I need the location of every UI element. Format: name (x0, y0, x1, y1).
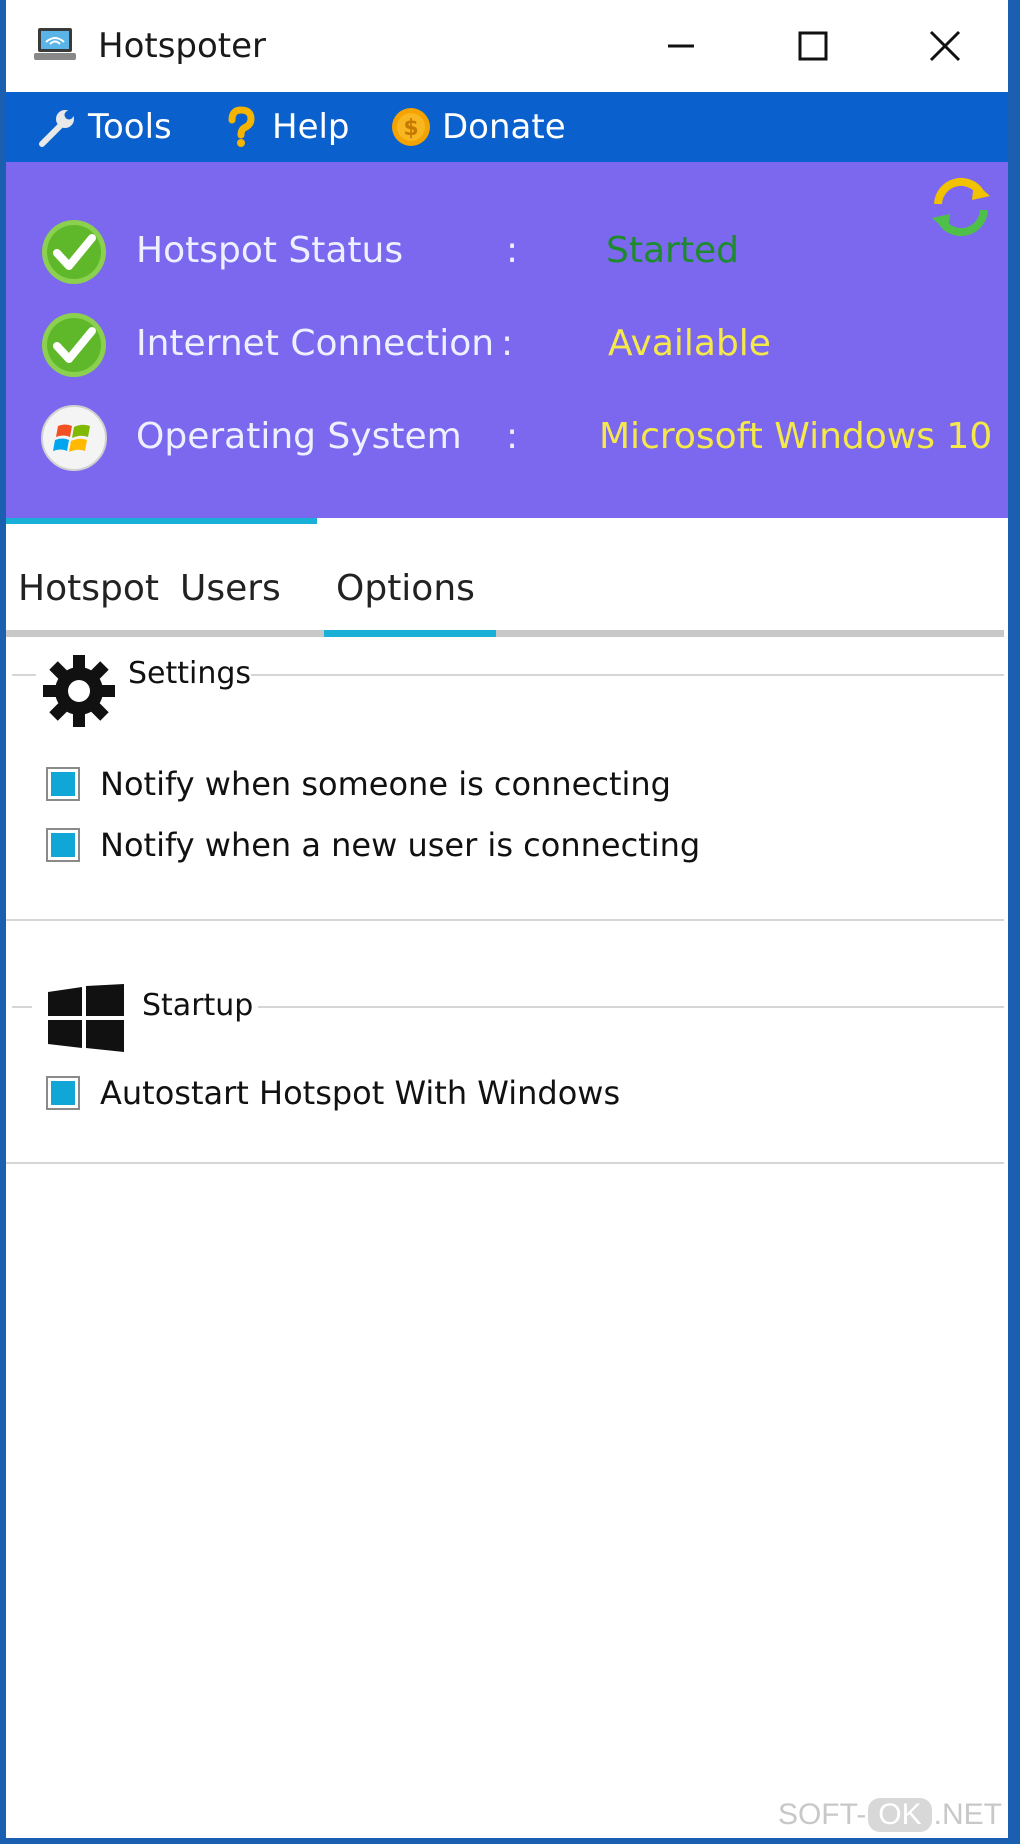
status-colon: : (501, 323, 514, 364)
tab-hotspot[interactable]: Hotspot (18, 568, 159, 609)
notify-new-user-connecting-checkbox[interactable]: Notify when a new user is connecting (46, 823, 700, 867)
status-row-hotspot: Hotspot Status : Started (6, 212, 1008, 292)
menu-tools-label: Tools (88, 107, 172, 147)
laptop-icon (34, 28, 76, 60)
watermark-ok: OK (868, 1798, 932, 1832)
menu-donate[interactable]: $ Donate (390, 92, 566, 162)
status-label: Hotspot Status (136, 230, 404, 271)
checkbox-checked-mark (51, 833, 75, 857)
menu-donate-label: Donate (442, 107, 566, 147)
hotspot-status-value: Started (606, 230, 739, 271)
check-icon (42, 220, 106, 284)
status-colon: : (506, 230, 519, 271)
status-row-internet: Internet Connection : Available (6, 305, 1008, 385)
wrench-icon (39, 110, 74, 147)
watermark-right: .NET (933, 1798, 1002, 1831)
windows-logo-icon (48, 984, 124, 1052)
close-button[interactable] (910, 18, 980, 74)
group-separator (6, 919, 1004, 921)
operating-system-value: Microsoft Windows 10 (599, 416, 993, 457)
coin-icon: $ (392, 108, 430, 146)
menu-help-label: Help (272, 107, 350, 147)
maximize-button[interactable] (778, 18, 848, 74)
window-title: Hotspoter (98, 26, 267, 66)
app-window: Hotspoter Tools Help $ Donate Hotspot St… (6, 0, 1008, 1838)
checkbox-checked-mark (51, 1081, 75, 1105)
tab-track (6, 630, 1004, 637)
status-panel: Hotspot Status : Started Internet Connec… (6, 162, 1008, 518)
checkbox-label: Notify when someone is connecting (100, 765, 671, 803)
checkbox[interactable] (46, 1076, 80, 1110)
group-border (258, 1006, 1004, 1008)
status-label: Operating System (136, 416, 462, 457)
minimize-button[interactable] (646, 18, 716, 74)
menu-tools[interactable]: Tools (36, 92, 172, 162)
checkbox-checked-mark (51, 772, 75, 796)
checkbox[interactable] (46, 828, 80, 862)
group-separator (6, 1162, 1004, 1164)
group-border (12, 674, 36, 676)
gear-icon (43, 655, 115, 727)
startup-group-title: Startup (142, 988, 254, 1023)
checkbox[interactable] (46, 767, 80, 801)
autostart-with-windows-checkbox[interactable]: Autostart Hotspot With Windows (46, 1071, 620, 1115)
tab-options[interactable]: Options (336, 568, 475, 609)
status-label: Internet Connection (136, 323, 495, 364)
tab-bar: Hotspot Users Options (6, 540, 1008, 640)
svg-text:$: $ (403, 116, 418, 141)
watermark: SOFT- OK .NET (778, 1798, 1002, 1832)
tab-users[interactable]: Users (180, 568, 281, 609)
watermark-left: SOFT- (777, 1798, 867, 1831)
check-icon (42, 313, 106, 377)
windows-logo-icon (41, 405, 107, 471)
internet-connection-value: Available (608, 323, 771, 364)
group-border (12, 1006, 32, 1008)
status-colon: : (506, 416, 519, 457)
checkbox-label: Autostart Hotspot With Windows (100, 1074, 621, 1112)
title-bar[interactable]: Hotspoter (6, 0, 1008, 92)
status-row-os: Operating System : Microsoft Windows 10 (6, 398, 1008, 478)
question-mark-icon (228, 106, 255, 147)
notify-someone-connecting-checkbox[interactable]: Notify when someone is connecting (46, 762, 671, 806)
menu-bar: Tools Help $ Donate (6, 92, 1008, 162)
checkbox-label: Notify when a new user is connecting (100, 826, 701, 864)
group-border (238, 674, 1004, 676)
minimize-icon (668, 44, 694, 48)
close-icon (929, 30, 961, 62)
tab-selected-indicator (324, 630, 496, 637)
maximize-icon (798, 31, 828, 61)
settings-group-title: Settings (128, 656, 252, 691)
menu-help[interactable]: Help (220, 92, 350, 162)
progress-bar-fill (6, 518, 317, 524)
